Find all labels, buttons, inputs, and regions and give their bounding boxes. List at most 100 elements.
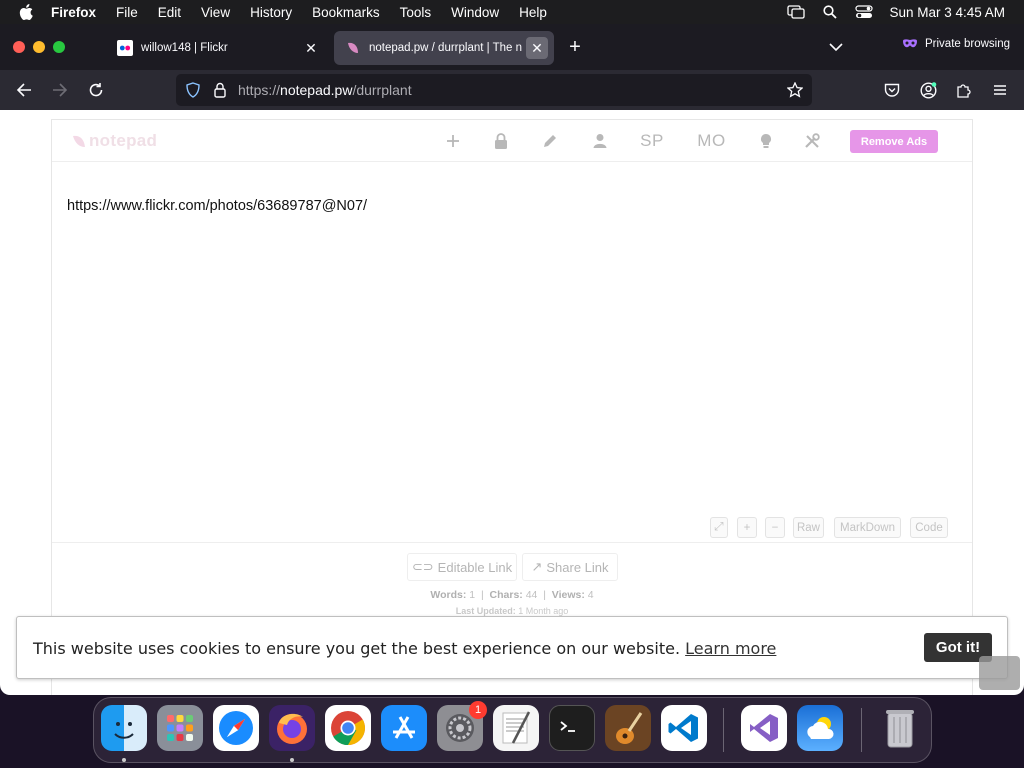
launchpad-icon[interactable] [157, 705, 203, 751]
spell-check-toggle[interactable]: SP [639, 130, 665, 152]
notepad-favicon-icon [345, 40, 361, 56]
url-text[interactable]: https://notepad.pw/durrplant [238, 82, 412, 98]
menu-clock[interactable]: Sun Mar 3 4:45 AM [889, 5, 1005, 20]
learn-more-link[interactable]: Learn more [685, 639, 776, 658]
code-view-button[interactable]: Code [910, 517, 948, 538]
user-icon[interactable] [591, 130, 609, 152]
textedit-icon[interactable] [493, 705, 539, 751]
forward-icon[interactable] [51, 81, 69, 99]
pocket-icon[interactable] [883, 81, 901, 99]
menu-edit[interactable]: Edit [158, 5, 181, 20]
system-settings-icon[interactable]: 1 [437, 701, 487, 751]
views-count: 4 [587, 589, 594, 601]
firefox-icon[interactable] [269, 705, 315, 751]
note-stats: Words: 1 | Chars: 44 | Views: 4 [430, 589, 594, 601]
menu-tools[interactable]: Tools [400, 5, 432, 20]
apple-icon[interactable] [19, 4, 33, 20]
zoom-window-button[interactable] [53, 41, 65, 53]
editable-link-button[interactable]: ⊂⊃ Editable Link [407, 553, 517, 581]
weather-icon[interactable] [797, 705, 843, 751]
tab-title: willow148 | Flickr [141, 42, 228, 54]
font-decrease-button[interactable]: − [765, 517, 785, 538]
app-store-icon[interactable] [381, 705, 427, 751]
trash-icon[interactable] [877, 705, 923, 751]
menu-view[interactable]: View [201, 5, 230, 20]
extensions-icon[interactable] [955, 81, 973, 99]
finder-icon[interactable] [101, 705, 147, 751]
reload-icon[interactable] [87, 81, 105, 99]
menu-history[interactable]: History [250, 5, 292, 20]
spotlight-search-icon[interactable] [821, 5, 839, 19]
view-mode-buttons: ⤢ + − Raw MarkDown Code [52, 517, 972, 539]
vscode-icon[interactable] [661, 705, 707, 751]
menu-help[interactable]: Help [519, 5, 547, 20]
share-arrow-icon: ↗ [531, 559, 543, 574]
screen-mirroring-icon[interactable] [787, 5, 806, 19]
notepad-header: notepad SP MO Remove Ads [52, 120, 972, 162]
page-viewport: notepad SP MO Remove Ads https://www.fli… [0, 110, 1024, 695]
minimize-window-button[interactable] [33, 41, 45, 53]
close-tab-icon[interactable]: ✕ [526, 37, 548, 59]
list-all-tabs-icon[interactable] [828, 40, 844, 54]
flickr-favicon-icon [117, 40, 133, 56]
menu-bar: Firefox File Edit View History Bookmarks… [0, 0, 1024, 24]
monospace-toggle[interactable]: MO [695, 130, 728, 152]
dock-separator [861, 708, 862, 752]
close-tab-icon[interactable]: ✕ [304, 41, 318, 55]
tab-notepad[interactable]: notepad.pw / durrplant | The n ✕ [334, 31, 554, 65]
firefox-running-indicator [290, 758, 294, 762]
new-note-icon[interactable] [444, 130, 462, 152]
menu-app-name[interactable]: Firefox [51, 5, 96, 20]
editable-link-label: Editable Link [437, 559, 513, 575]
garageband-icon[interactable] [605, 705, 651, 751]
raw-view-button[interactable]: Raw [793, 517, 824, 538]
lightbulb-icon[interactable] [758, 130, 774, 152]
menu-bookmarks[interactable]: Bookmarks [312, 5, 380, 20]
share-link-label: Share Link [546, 559, 609, 575]
lock-icon[interactable] [211, 81, 229, 99]
finder-running-indicator [122, 758, 126, 762]
bookmark-star-icon[interactable] [786, 81, 804, 99]
words-label: Words: [430, 589, 467, 601]
new-tab-icon[interactable]: + [566, 37, 584, 57]
remove-ads-button[interactable]: Remove Ads [850, 130, 938, 153]
notepad-logo[interactable]: notepad [72, 131, 157, 151]
private-mask-icon [903, 39, 917, 48]
views-label: Views: [551, 589, 585, 601]
words-count: 1 [469, 589, 476, 601]
expand-button[interactable]: ⤢ [710, 517, 728, 538]
note-editor-text[interactable]: https://www.flickr.com/photos/63689787@N… [67, 198, 367, 214]
markdown-view-button[interactable]: MarkDown [834, 517, 901, 538]
terminal-icon[interactable] [549, 705, 595, 751]
visual-studio-icon[interactable] [741, 705, 787, 751]
back-icon[interactable] [15, 81, 33, 99]
updated-label: Last Updated: [455, 606, 516, 616]
control-center-icon[interactable] [855, 5, 874, 19]
edit-url-pencil-icon[interactable] [541, 130, 559, 152]
share-link-button[interactable]: ↗ Share Link [522, 553, 618, 581]
private-browsing-label: Private browsing [925, 38, 1011, 50]
close-window-button[interactable] [13, 41, 25, 53]
menu-file[interactable]: File [116, 5, 138, 20]
safari-icon[interactable] [213, 705, 259, 751]
menu-window[interactable]: Window [451, 5, 499, 20]
hamburger-menu-icon[interactable] [991, 81, 1009, 99]
cookie-message-text: This website uses cookies to ensure you … [33, 639, 681, 658]
browser-window: willow148 | Flickr ✕ notepad.pw / durrpl… [0, 24, 1024, 695]
floating-side-button[interactable] [979, 656, 1020, 690]
chars-count: 44 [525, 589, 538, 601]
chrome-icon[interactable] [325, 705, 371, 751]
password-lock-icon[interactable] [492, 130, 510, 152]
private-browsing-indicator: Private browsing [902, 38, 1010, 50]
font-increase-button[interactable]: + [737, 517, 757, 538]
tracking-protection-shield-icon[interactable] [184, 81, 202, 99]
link-icon: ⊂⊃ [411, 559, 434, 574]
account-icon[interactable] [919, 81, 937, 99]
address-bar[interactable]: https://notepad.pw/durrplant [176, 74, 812, 106]
updated-value: 1 Month ago [518, 606, 569, 616]
tools-icon[interactable] [803, 130, 821, 152]
chars-label: Chars: [489, 589, 523, 601]
tab-flickr[interactable]: willow148 | Flickr ✕ [106, 31, 328, 65]
cookie-message: This website uses cookies to ensure you … [33, 639, 776, 658]
dock: 1 [93, 697, 932, 763]
